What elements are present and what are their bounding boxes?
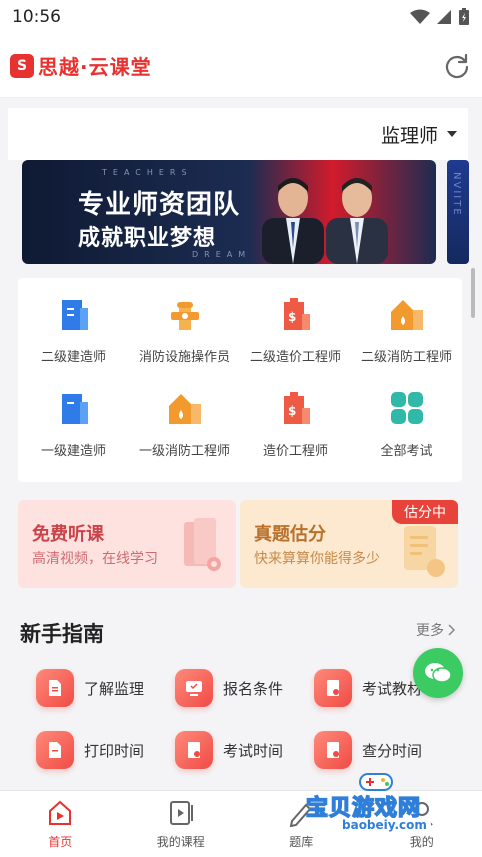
guide-item-label: 报名条件: [223, 679, 284, 698]
monitor-icon: [175, 669, 213, 707]
exam-selector-value: 监理师: [380, 124, 438, 147]
guide-item[interactable]: 查分时间: [314, 728, 454, 772]
signal-icon: [437, 10, 451, 24]
guide-item[interactable]: 打印时间: [36, 728, 176, 772]
peek-text: NVIITE: [451, 172, 462, 217]
category-item[interactable]: 一级消防工程师: [129, 372, 240, 462]
books-icon: [184, 518, 221, 571]
printer-icon: [36, 731, 74, 769]
exam-paper-icon: [404, 526, 445, 577]
site-watermark: 宝贝游戏网 baobeiy.com: [300, 770, 460, 840]
free-course-card[interactable]: 免费听课 高清视频，在线学习: [18, 500, 236, 588]
teacher-photo: [326, 178, 388, 264]
document-icon: [36, 669, 74, 707]
banner-deco-bottom: DREAM: [192, 250, 252, 259]
guide-item[interactable]: 了解监理: [36, 666, 176, 710]
category-label: 一级建造师: [40, 444, 106, 459]
guide-item-label: 考试时间: [223, 741, 284, 760]
building-icon: [61, 394, 88, 424]
guide-item-label: 查分时间: [362, 741, 423, 760]
grid-icon: [390, 392, 423, 424]
score-estimate-title: 真题估分: [254, 524, 326, 545]
status-bar: 10:56: [0, 0, 482, 34]
tab-my-courses[interactable]: 我的课程: [121, 791, 242, 857]
guide-item[interactable]: 考试时间: [175, 728, 315, 772]
app-bar: S 思越·云课堂: [0, 34, 482, 98]
battery-icon: [459, 8, 469, 25]
banner-deco-top: TEACHERS: [102, 168, 193, 177]
guide-item-label: 了解监理: [84, 679, 145, 698]
svg-text:$: $: [288, 404, 296, 418]
svg-text:$: $: [288, 310, 296, 324]
refresh-button[interactable]: [442, 51, 472, 81]
fire-house-icon: [168, 394, 201, 424]
guide-item-label: 考试教材: [362, 679, 423, 698]
logo-mark: S: [10, 53, 34, 78]
clock-doc-icon: [175, 731, 213, 769]
status-badge: 估分中: [392, 500, 458, 524]
watermark-url: baobeiy.com: [338, 818, 431, 832]
promo-banner[interactable]: TEACHERS 专业师资团队 成就职业梦想 DREAM: [22, 160, 436, 264]
category-item[interactable]: 消防设施操作员: [129, 278, 240, 368]
tab-label: 首页: [48, 834, 73, 849]
fire-house-icon: [390, 300, 423, 330]
category-label: 造价工程师: [262, 444, 328, 459]
gamepad-icon: [359, 773, 393, 791]
category-label: 一级消防工程师: [138, 444, 230, 459]
scrollbar[interactable]: [471, 268, 475, 318]
exam-category-grid: 二级建造师 消防设施操作员 $ 二级造价工程师 二级消防工程师 一级建造师 一级…: [18, 278, 462, 482]
logo-text: 思越·云课堂: [38, 55, 152, 79]
banner-subline: 成就职业梦想: [78, 226, 217, 251]
tab-home[interactable]: 首页: [0, 791, 121, 857]
free-course-subtitle: 高清视频，在线学习: [32, 551, 158, 567]
category-item[interactable]: 全部考试: [351, 372, 462, 462]
category-item[interactable]: 二级建造师: [18, 278, 129, 368]
guide-item-label: 打印时间: [84, 741, 145, 760]
score-estimate-subtitle: 快来算算你能得多少: [254, 551, 380, 567]
guide-more-link[interactable]: 更多: [416, 620, 456, 640]
category-label: 消防设施操作员: [138, 350, 230, 365]
banner-headline: 专业师资团队: [78, 190, 241, 220]
cost-icon: $: [283, 298, 310, 330]
tab-label: 我的课程: [156, 834, 205, 849]
next-banner-peek[interactable]: NVIITE: [447, 160, 469, 264]
home-play-icon: [49, 800, 72, 825]
textbook-icon: [314, 669, 352, 707]
exam-selector[interactable]: 监理师: [8, 108, 468, 160]
app-logo: S 思越·云课堂: [10, 51, 152, 80]
category-label: 全部考试: [380, 444, 433, 459]
category-item[interactable]: 二级消防工程师: [351, 278, 462, 368]
score-doc-icon: [314, 731, 352, 769]
wifi-icon: [410, 9, 430, 24]
score-estimate-card[interactable]: 估分中 真题估分 快来算算你能得多少: [240, 500, 458, 588]
caret-down-icon: [447, 131, 457, 137]
chevron-right-icon: [448, 624, 456, 636]
category-label: 二级建造师: [40, 350, 106, 365]
refresh-icon: [445, 53, 469, 78]
category-item[interactable]: $ 造价工程师: [240, 372, 351, 462]
category-item[interactable]: 一级建造师: [18, 372, 129, 462]
teacher-photo: [262, 178, 324, 264]
chat-button[interactable]: [413, 648, 463, 698]
category-label: 二级消防工程师: [360, 350, 452, 365]
building-icon: [61, 300, 88, 330]
status-time: 10:56: [12, 7, 61, 27]
free-course-title: 免费听课: [32, 524, 104, 545]
status-icons: [410, 8, 470, 26]
hydrant-icon: [170, 302, 199, 330]
guide-section-title: 新手指南: [20, 622, 104, 646]
chat-icon: [425, 663, 452, 683]
category-label: 二级造价工程师: [249, 350, 341, 365]
more-label: 更多: [416, 623, 444, 639]
category-item[interactable]: $ 二级造价工程师: [240, 278, 351, 368]
guide-item[interactable]: 报名条件: [175, 666, 315, 710]
cost-icon: $: [283, 392, 310, 424]
main-content: 监理师 TEACHERS 专业师资团队 成就职业梦想 DREAM NVIITE …: [0, 98, 482, 790]
course-play-icon: [169, 800, 193, 825]
